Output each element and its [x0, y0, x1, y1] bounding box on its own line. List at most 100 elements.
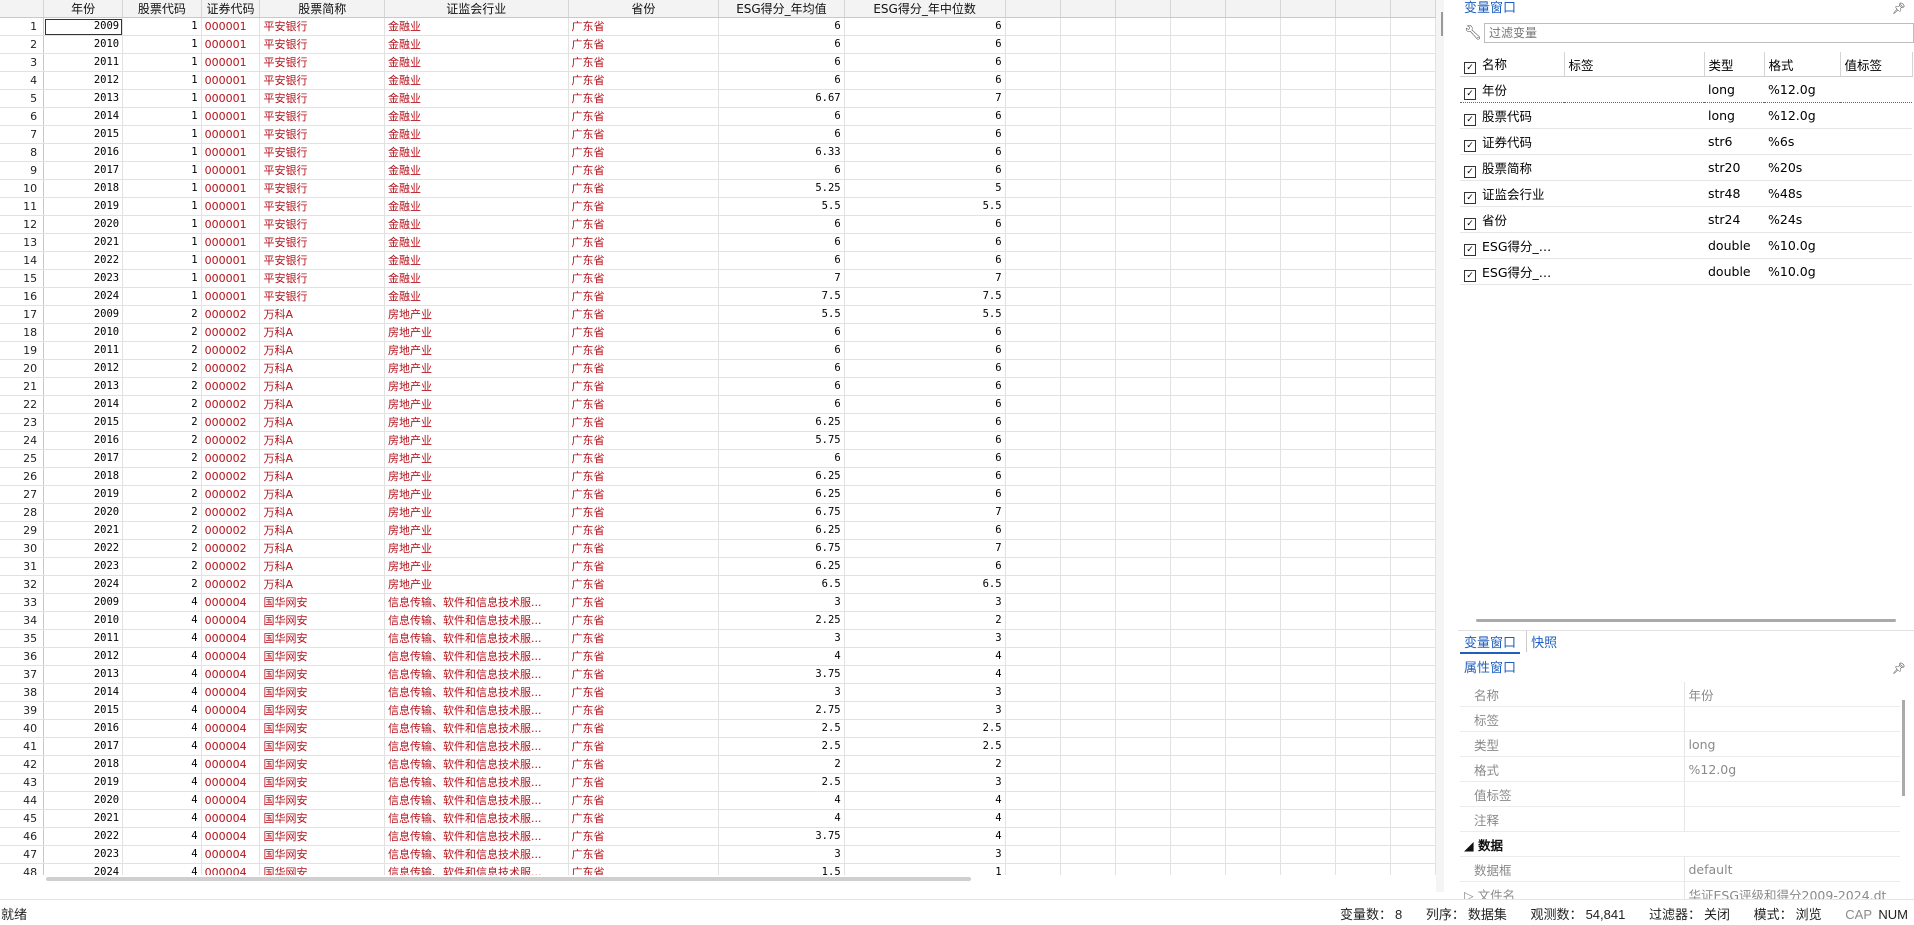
column-header[interactable]: 证券代码 [201, 0, 261, 18]
security-code-cell[interactable]: 000001 [201, 269, 261, 288]
esg-mean-cell[interactable]: 5.75 [718, 431, 845, 450]
esg-median-cell[interactable]: 4 [844, 827, 1006, 846]
industry-cell[interactable]: 金融业 [384, 161, 569, 180]
stock-name-cell[interactable]: 国华网安 [259, 647, 385, 666]
stock-code-cell[interactable]: 1 [122, 161, 202, 180]
esg-median-cell[interactable]: 3 [844, 773, 1006, 792]
industry-cell[interactable]: 信息传输、软件和信息技术服... [384, 863, 569, 875]
table-row[interactable]: 41 2017 4 000004 国华网安 信息传输、软件和信息技术服... 广东省 2.5 2… [0, 737, 1436, 756]
esg-median-cell[interactable]: 6 [844, 215, 1006, 234]
esg-median-cell[interactable]: 3 [844, 701, 1006, 720]
stock-name-cell[interactable]: 国华网安 [259, 629, 385, 648]
industry-cell[interactable]: 金融业 [384, 269, 569, 288]
esg-median-cell[interactable]: 6 [844, 71, 1006, 90]
variable-checkbox[interactable]: ✓ [1464, 269, 1476, 282]
esg-median-cell[interactable]: 6 [844, 125, 1006, 144]
esg-mean-cell[interactable]: 2.5 [718, 719, 845, 738]
table-row[interactable]: 40 2016 4 000004 国华网安 信息传输、软件和信息技术服... 广东省 2.5 2… [0, 719, 1436, 738]
province-cell[interactable]: 广东省 [568, 71, 720, 90]
esg-median-cell[interactable]: 2.5 [844, 737, 1006, 756]
year-cell[interactable]: 2021 [43, 521, 124, 540]
property-value[interactable] [1684, 781, 1900, 807]
stock-name-cell[interactable]: 国华网安 [259, 665, 385, 684]
industry-cell[interactable]: 金融业 [384, 143, 569, 162]
stock-name-cell[interactable]: 国华网安 [259, 611, 385, 630]
variable-type-cell[interactable]: long [1704, 76, 1764, 103]
stock-name-cell[interactable]: 平安银行 [259, 17, 385, 36]
stock-name-cell[interactable]: 平安银行 [259, 215, 385, 234]
stock-name-cell[interactable]: 平安银行 [259, 125, 385, 144]
province-cell[interactable]: 广东省 [568, 233, 720, 252]
property-value[interactable]: %12.0g [1684, 756, 1900, 782]
variable-value-label-cell[interactable] [1840, 232, 1912, 259]
province-cell[interactable]: 广东省 [568, 503, 720, 522]
province-cell[interactable]: 广东省 [568, 467, 720, 486]
year-cell[interactable]: 2013 [43, 665, 124, 684]
province-cell[interactable]: 广东省 [568, 647, 720, 666]
esg-mean-cell[interactable]: 5.25 [718, 179, 845, 198]
industry-cell[interactable]: 房地产业 [384, 413, 569, 432]
province-cell[interactable]: 广东省 [568, 791, 720, 810]
esg-mean-cell[interactable]: 3 [718, 845, 845, 864]
industry-cell[interactable]: 金融业 [384, 179, 569, 198]
province-cell[interactable]: 广东省 [568, 557, 720, 576]
year-cell[interactable]: 2024 [43, 287, 124, 306]
variable-row[interactable]: ✓ 证监会行业 str48 %48s [1460, 180, 1912, 207]
tab-snapshots[interactable]: 快照 [1526, 631, 1561, 652]
year-cell[interactable]: 2018 [43, 755, 124, 774]
industry-cell[interactable]: 信息传输、软件和信息技术服... [384, 629, 569, 648]
year-cell[interactable]: 2014 [43, 107, 124, 126]
year-cell[interactable]: 2018 [43, 179, 124, 198]
stock-name-cell[interactable]: 平安银行 [259, 197, 385, 216]
province-cell[interactable]: 广东省 [568, 539, 720, 558]
esg-median-cell[interactable]: 4 [844, 791, 1006, 810]
table-row[interactable]: 22 2014 2 000002 万科A 房地产业 广东省 6 6 [0, 395, 1436, 414]
province-cell[interactable]: 广东省 [568, 845, 720, 864]
stock-code-cell[interactable]: 2 [122, 521, 202, 540]
year-cell[interactable]: 2018 [43, 467, 124, 486]
collapse-triangle-icon[interactable]: ◢ [1464, 838, 1478, 853]
stock-name-cell[interactable]: 平安银行 [259, 71, 385, 90]
stock-name-cell[interactable]: 国华网安 [259, 773, 385, 792]
industry-cell[interactable]: 信息传输、软件和信息技术服... [384, 683, 569, 702]
security-code-cell[interactable]: 000001 [201, 89, 261, 108]
table-row[interactable]: 5 2013 1 000001 平安银行 金融业 广东省 6.67 7 [0, 89, 1436, 108]
esg-median-cell[interactable]: 1 [844, 863, 1006, 875]
variable-checkbox[interactable]: ✓ [1464, 243, 1476, 256]
year-cell[interactable]: 2014 [43, 395, 124, 414]
industry-cell[interactable]: 金融业 [384, 89, 569, 108]
province-cell[interactable]: 广东省 [568, 863, 720, 875]
esg-median-cell[interactable]: 6 [844, 431, 1006, 450]
province-cell[interactable]: 广东省 [568, 521, 720, 540]
security-code-cell[interactable]: 000004 [201, 827, 261, 846]
security-code-cell[interactable]: 000001 [201, 197, 261, 216]
security-code-cell[interactable]: 000001 [201, 215, 261, 234]
variable-label-cell[interactable] [1564, 102, 1704, 129]
industry-cell[interactable]: 房地产业 [384, 539, 569, 558]
security-code-cell[interactable]: 000002 [201, 503, 261, 522]
year-cell[interactable]: 2024 [43, 575, 124, 594]
property-row[interactable]: 名称 年份 [1460, 682, 1900, 707]
year-cell[interactable]: 2014 [43, 683, 124, 702]
security-code-cell[interactable]: 000001 [201, 287, 261, 306]
security-code-cell[interactable]: 000002 [201, 413, 261, 432]
table-row[interactable]: 38 2014 4 000004 国华网安 信息传输、软件和信息技术服... 广东省 3 3 [0, 683, 1436, 702]
name-column-header[interactable]: ✓ 名称 [1460, 52, 1565, 77]
province-cell[interactable]: 广东省 [568, 377, 720, 396]
security-code-cell[interactable]: 000002 [201, 359, 261, 378]
variable-format-cell[interactable]: %6s [1764, 128, 1840, 155]
stock-code-cell[interactable]: 1 [122, 233, 202, 252]
stock-code-cell[interactable]: 1 [122, 89, 202, 108]
security-code-cell[interactable]: 000002 [201, 431, 261, 450]
esg-median-cell[interactable]: 2 [844, 611, 1006, 630]
year-cell[interactable]: 2024 [43, 863, 124, 875]
table-row[interactable]: 42 2018 4 000004 国华网安 信息传输、软件和信息技术服... 广东省 2 2 [0, 755, 1436, 774]
year-cell[interactable]: 2020 [43, 503, 124, 522]
esg-median-cell[interactable]: 5 [844, 179, 1006, 198]
security-code-cell[interactable]: 000001 [201, 143, 261, 162]
esg-median-cell[interactable]: 6 [844, 485, 1006, 504]
stock-name-cell[interactable]: 平安银行 [259, 179, 385, 198]
esg-median-cell[interactable]: 6 [844, 413, 1006, 432]
industry-cell[interactable]: 信息传输、软件和信息技术服... [384, 791, 569, 810]
table-row[interactable]: 14 2022 1 000001 平安银行 金融业 广东省 6 6 [0, 251, 1436, 270]
